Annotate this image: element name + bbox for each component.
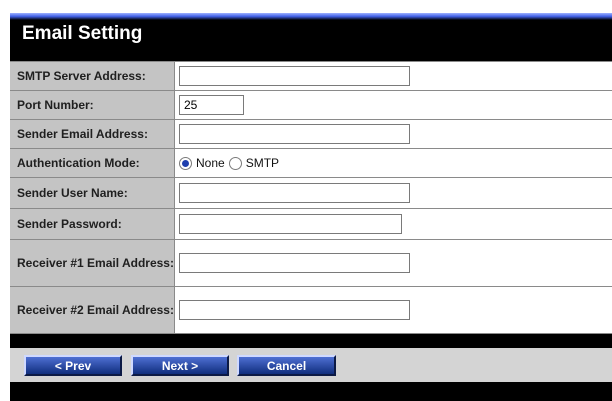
smtp-server-input[interactable] [179, 66, 410, 86]
receiver2-label: Receiver #2 Email Address: [10, 287, 175, 333]
smtp-server-label: SMTP Server Address: [10, 62, 175, 90]
next-button[interactable]: Next > [131, 355, 229, 376]
row-sender-password: Sender Password: [10, 209, 612, 240]
cancel-button[interactable]: Cancel [237, 355, 336, 376]
row-port-number: Port Number: [10, 91, 612, 120]
panel-top-accent [10, 13, 612, 20]
auth-none-label[interactable]: None [196, 156, 225, 170]
sender-password-input[interactable] [179, 214, 402, 234]
receiver2-input[interactable] [179, 300, 410, 320]
sender-email-label: Sender Email Address: [10, 120, 175, 148]
row-receiver1: Receiver #1 Email Address: [10, 240, 612, 287]
auth-smtp-label[interactable]: SMTP [246, 156, 279, 170]
auth-smtp-radio[interactable] [228, 156, 242, 170]
sender-user-input[interactable] [179, 183, 410, 203]
row-receiver2: Receiver #2 Email Address: [10, 287, 612, 334]
receiver1-input[interactable] [179, 253, 410, 273]
sender-password-label: Sender Password: [10, 209, 175, 239]
email-setting-panel: Email Setting SMTP Server Address: Port … [10, 13, 612, 401]
auth-none-radio[interactable] [179, 156, 192, 170]
row-smtp-server: SMTP Server Address: [10, 62, 612, 91]
receiver1-label: Receiver #1 Email Address: [10, 240, 175, 286]
button-bar: < Prev Next > Cancel [10, 348, 612, 382]
prev-button[interactable]: < Prev [24, 355, 122, 376]
auth-mode-radio-group: None SMTP [175, 149, 612, 177]
row-sender-user: Sender User Name: [10, 178, 612, 209]
auth-mode-label: Authentication Mode: [10, 149, 175, 177]
row-auth-mode: Authentication Mode: None SMTP [10, 149, 612, 178]
sender-email-input[interactable] [179, 124, 410, 144]
email-settings-form: SMTP Server Address: Port Number: Sender… [10, 61, 612, 334]
port-number-label: Port Number: [10, 91, 175, 119]
page-title: Email Setting [22, 23, 143, 44]
port-number-input[interactable] [179, 95, 244, 115]
sender-user-label: Sender User Name: [10, 178, 175, 208]
row-sender-email: Sender Email Address: [10, 120, 612, 149]
